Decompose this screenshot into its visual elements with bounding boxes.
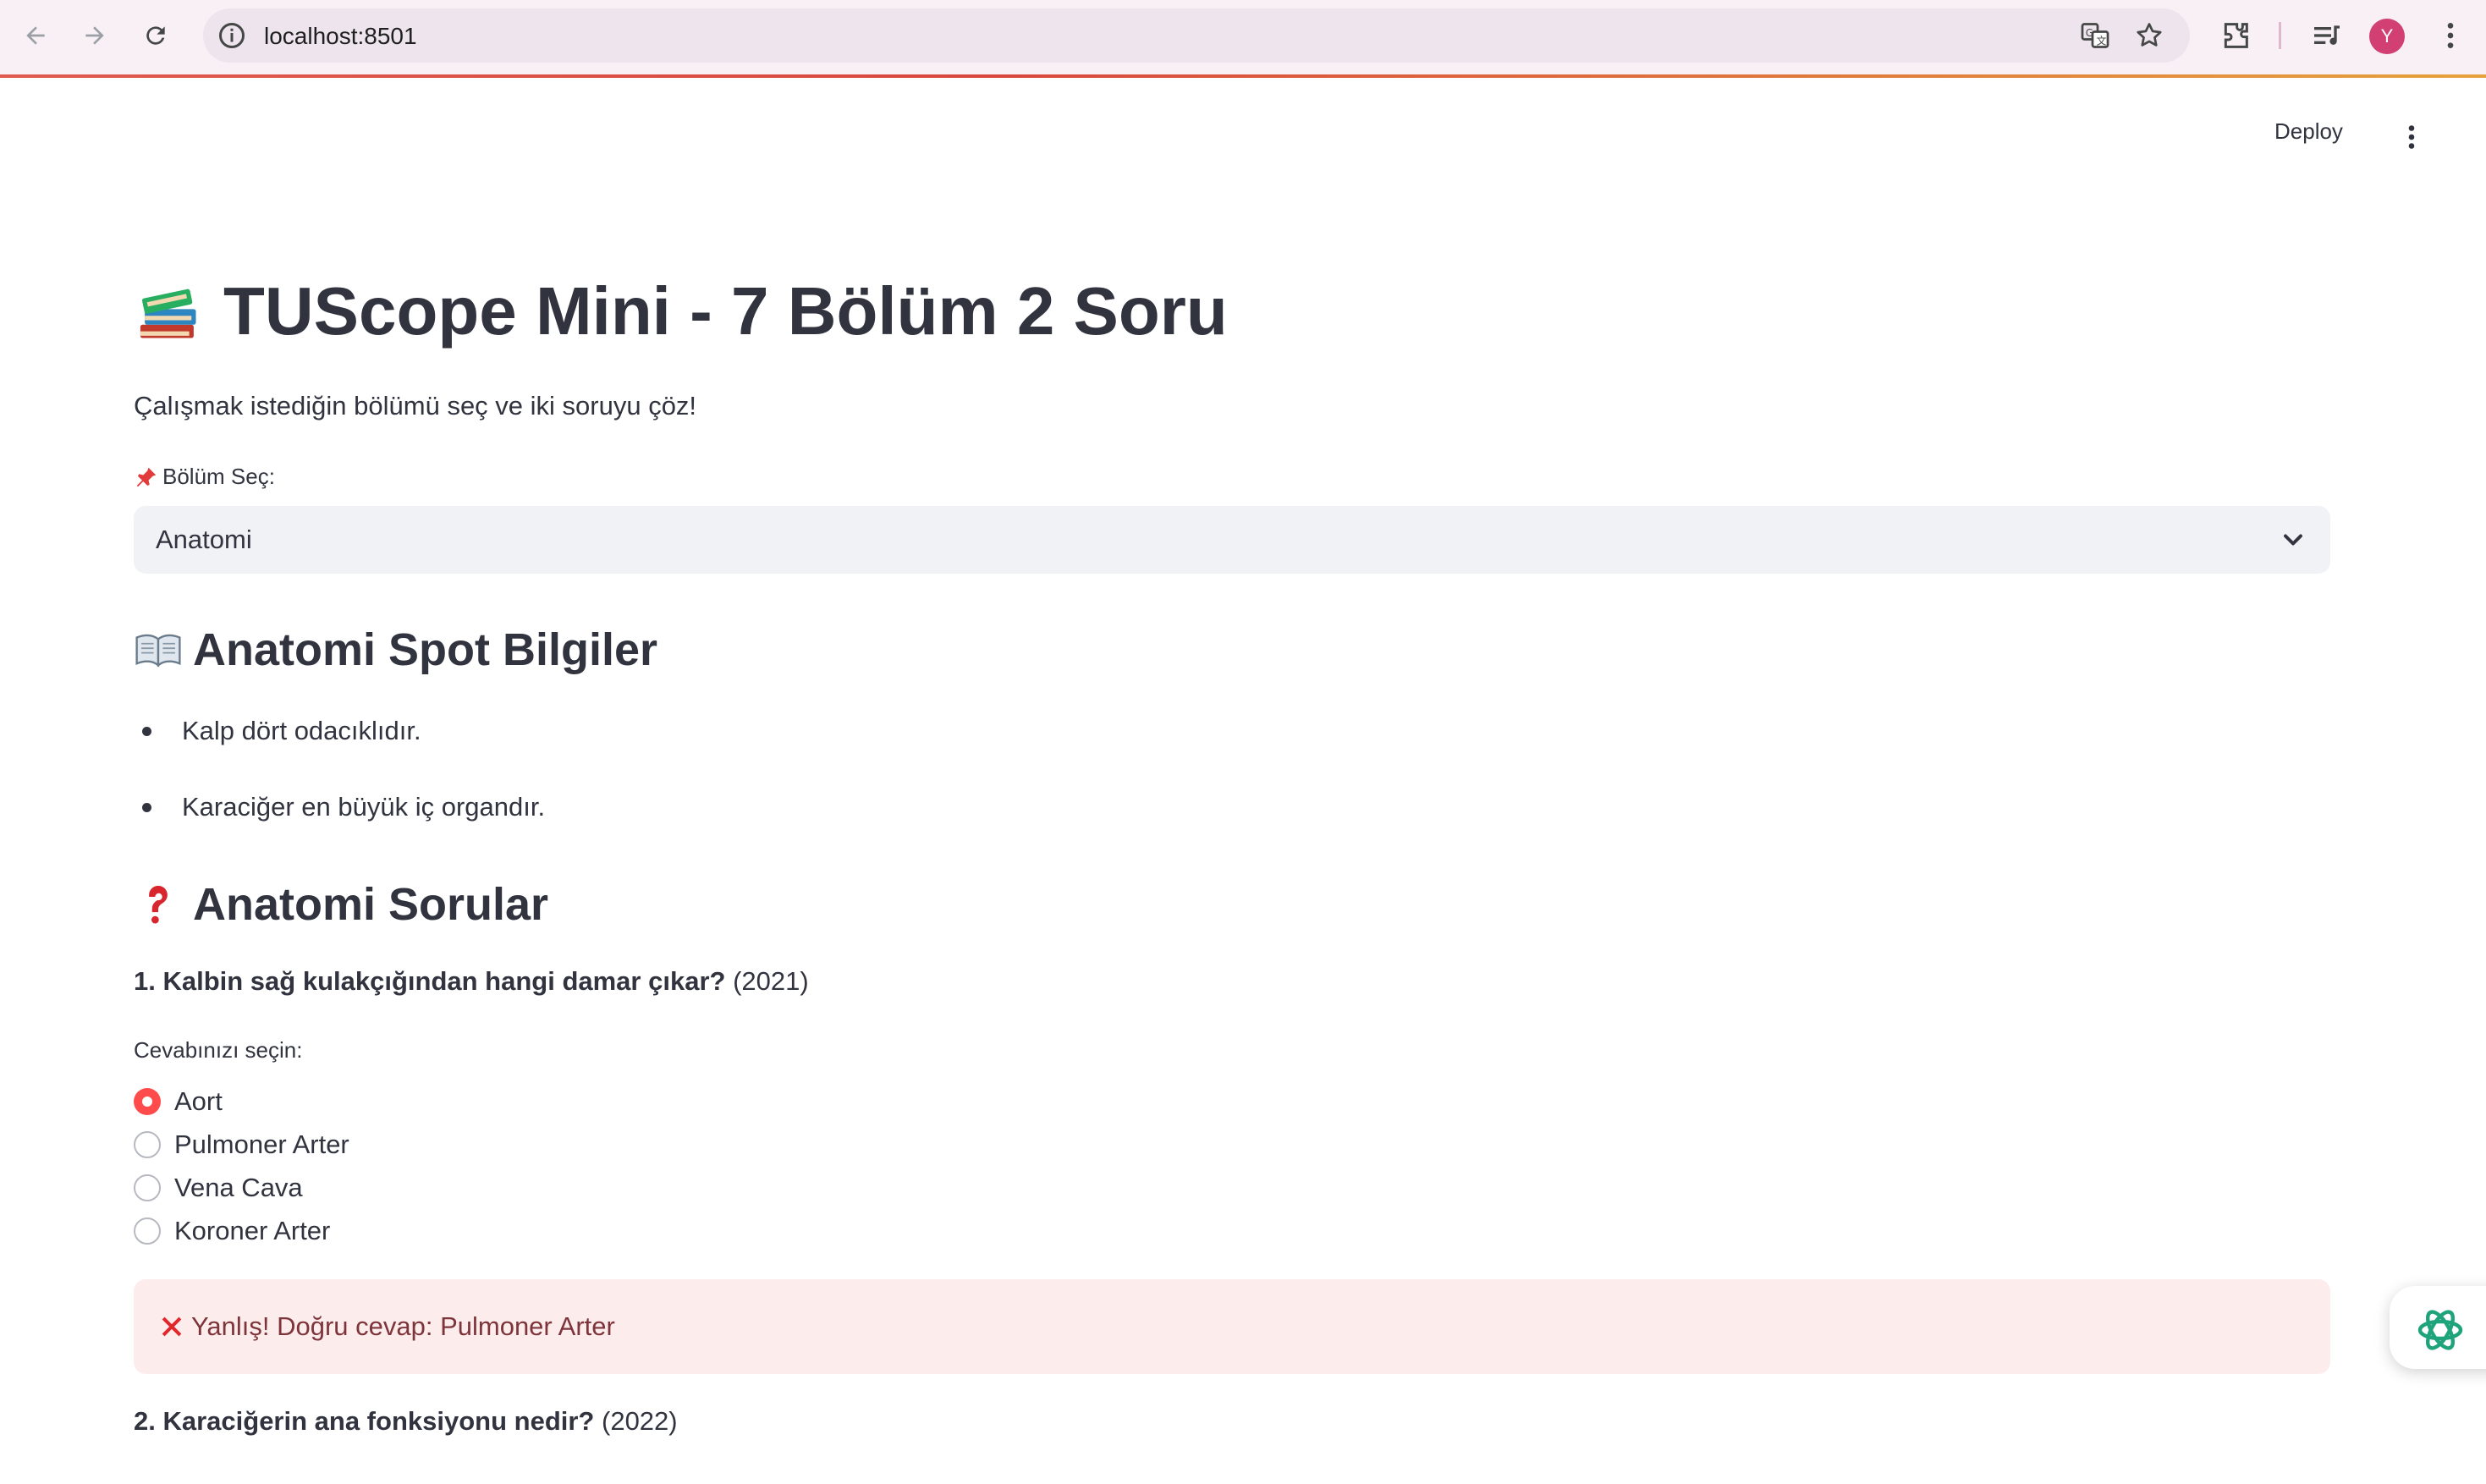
radio-button-selected[interactable] xyxy=(134,1088,161,1115)
question-1-text: 1. Kalbin sağ kulakçığından hangi damar … xyxy=(134,966,726,996)
list-item: Karaciğer en büyük iç organdır. xyxy=(142,792,545,822)
site-info-icon[interactable] xyxy=(217,20,247,51)
radio-option-label[interactable]: Pulmoner Arter xyxy=(174,1129,349,1160)
spot-info-heading-text: Anatomi Spot Bilgiler xyxy=(193,624,658,675)
page-title: TUScope Mini - 7 Bölüm 2 Soru xyxy=(134,269,1228,354)
loading-bar xyxy=(0,74,2486,78)
question-1-year: (2021) xyxy=(733,966,809,996)
question-2-year: (2022) xyxy=(602,1406,678,1436)
questions-heading: Anatomi Sorular xyxy=(134,875,548,934)
url-text[interactable]: localhost:8501 xyxy=(264,23,417,50)
radio-option-label[interactable]: Koroner Arter xyxy=(174,1216,330,1246)
question-mark-emoji-icon xyxy=(149,885,168,924)
radio-option-vena-cava[interactable]: Vena Cava xyxy=(134,1173,303,1203)
radio-button[interactable] xyxy=(134,1217,161,1245)
radio-button[interactable] xyxy=(134,1174,161,1201)
svg-text:G: G xyxy=(2086,27,2093,39)
radio-option-koroner-arter[interactable]: Koroner Arter xyxy=(134,1216,330,1246)
radio-button[interactable] xyxy=(134,1131,161,1158)
open-book-emoji-icon xyxy=(135,634,181,668)
page-subtitle: Çalışmak istediğin bölümü seç ve iki sor… xyxy=(134,391,697,420)
books-emoji-icon xyxy=(140,289,196,338)
translate-icon[interactable]: G 文 xyxy=(2080,20,2110,51)
section-select-value[interactable]: Anatomi xyxy=(156,525,252,555)
back-arrow-icon[interactable] xyxy=(17,17,54,54)
extensions-icon[interactable] xyxy=(2219,19,2252,52)
pushpin-emoji-icon xyxy=(136,467,157,486)
browser-toolbar: localhost:8501 G 文 Y xyxy=(0,0,2486,74)
bookmark-star-icon[interactable] xyxy=(2134,20,2164,51)
svg-text:文: 文 xyxy=(2097,35,2107,47)
answer-label: Cevabınızı seçin: xyxy=(134,1037,303,1063)
questions-heading-text: Anatomi Sorular xyxy=(193,879,549,930)
section-select[interactable]: Anatomi xyxy=(134,506,2330,574)
profile-avatar[interactable]: Y xyxy=(2369,19,2405,54)
reload-icon[interactable] xyxy=(137,17,174,54)
deploy-button[interactable]: Deploy xyxy=(2274,118,2343,145)
radio-option-pulmoner-arter[interactable]: Pulmoner Arter xyxy=(134,1129,349,1160)
chevron-down-icon[interactable] xyxy=(2278,525,2308,555)
page-title-text: TUScope Mini - 7 Bölüm 2 Soru xyxy=(223,273,1228,349)
list-item-text: Karaciğer en büyük iç organdır. xyxy=(182,792,546,822)
bullet-dot xyxy=(142,802,151,812)
radio-option-aort[interactable]: Aort xyxy=(134,1086,223,1117)
error-alert-text: Yanlış! Doğru cevap: Pulmoner Arter xyxy=(191,1311,615,1341)
error-alert: Yanlış! Doğru cevap: Pulmoner Arter xyxy=(134,1279,2330,1374)
forward-arrow-icon[interactable] xyxy=(76,17,113,54)
question-1: 1. Kalbin sağ kulakçığından hangi damar … xyxy=(134,966,809,997)
chrome-menu-icon[interactable] xyxy=(2434,19,2467,52)
cross-mark-icon xyxy=(162,1316,182,1337)
section-select-label-text: Bölüm Seç: xyxy=(162,464,275,489)
list-item-text: Kalp dört odacıklıdır. xyxy=(182,716,421,745)
list-item: Kalp dört odacıklıdır. xyxy=(142,716,421,746)
toolbar-divider xyxy=(2279,22,2281,49)
bullet-dot xyxy=(142,726,151,736)
media-control-icon[interactable] xyxy=(2310,19,2344,52)
kebab-menu-icon[interactable] xyxy=(2396,120,2427,154)
assistant-floating-button[interactable] xyxy=(2390,1286,2486,1369)
address-bar[interactable]: localhost:8501 G 文 xyxy=(203,8,2190,63)
section-select-label: Bölüm Seç: xyxy=(134,464,275,490)
spot-info-heading: Anatomi Spot Bilgiler xyxy=(134,620,657,679)
question-2-text: 2. Karaciğerin ana fonksiyonu nedir? xyxy=(134,1406,595,1436)
radio-option-label[interactable]: Aort xyxy=(174,1086,223,1117)
radio-option-label[interactable]: Vena Cava xyxy=(174,1173,303,1203)
question-2: 2. Karaciğerin ana fonksiyonu nedir? (20… xyxy=(134,1406,678,1437)
assistant-logo-icon[interactable] xyxy=(2413,1303,2467,1357)
